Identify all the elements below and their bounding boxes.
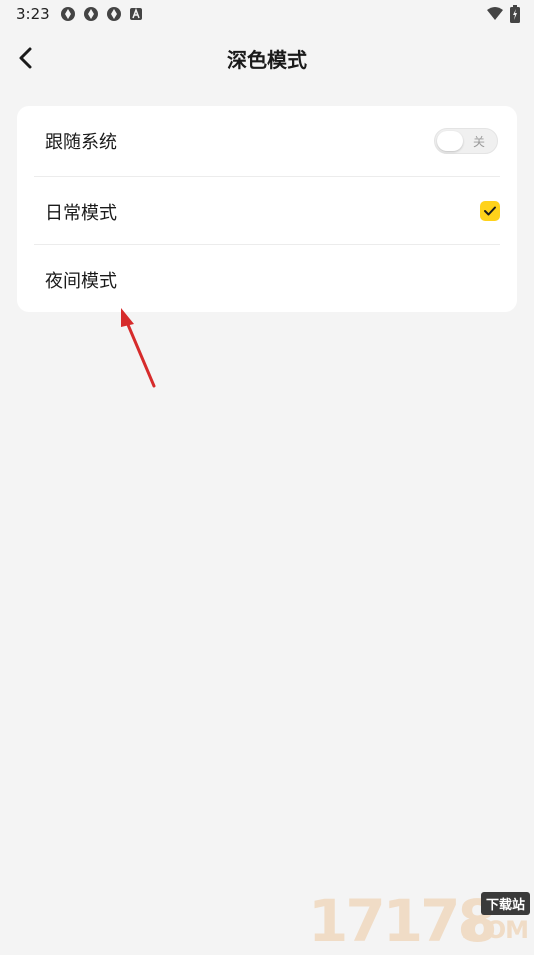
night-mode-label: 夜间模式 — [45, 271, 117, 292]
watermark-domain: .COM — [460, 916, 529, 944]
night-mode-row[interactable]: 夜间模式 — [17, 245, 517, 313]
day-mode-row[interactable]: 日常模式 — [17, 177, 517, 245]
day-mode-checkbox[interactable] — [480, 201, 500, 221]
follow-system-toggle[interactable]: 关 — [434, 128, 498, 154]
check-icon — [484, 206, 496, 216]
status-time: 3:23 — [16, 5, 50, 23]
watermark-logo: 17178 下载站 .COM — [308, 888, 534, 950]
toggle-knob — [437, 131, 463, 151]
wifi-icon — [487, 7, 503, 20]
follow-system-label: 跟随系统 — [45, 132, 117, 153]
day-mode-label: 日常模式 — [45, 203, 117, 224]
toggle-state-text: 关 — [472, 135, 485, 149]
a-badge-icon — [130, 7, 142, 20]
watermark-tag: 下载站 — [480, 892, 530, 915]
page-title: 深色模式 — [227, 48, 307, 72]
aperture-icon — [84, 7, 98, 21]
status-icons-left — [60, 6, 143, 22]
settings-card: 跟随系统 关 日常模式 夜间模式 — [17, 106, 517, 312]
battery-charging-icon — [510, 5, 520, 23]
status-icons-right — [486, 5, 520, 23]
status-bar: 3:23 — [0, 0, 534, 28]
aperture-icon — [61, 7, 75, 21]
navigation-bar: 深色模式 — [0, 30, 534, 86]
red-arrow-annotation — [121, 308, 156, 388]
aperture-icon — [107, 7, 121, 21]
follow-system-row[interactable]: 跟随系统 关 — [17, 106, 517, 174]
